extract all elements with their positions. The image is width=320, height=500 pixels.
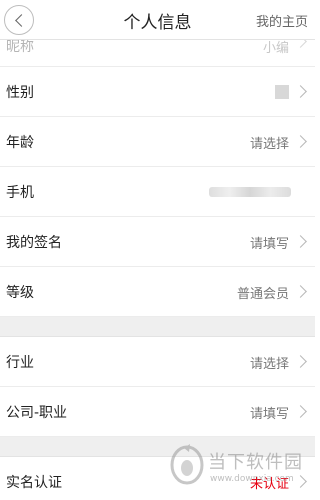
watermark-name: 当下软件园 <box>208 452 303 473</box>
row-level[interactable]: 等级 普通会员 <box>0 267 315 317</box>
row-label: 公司-职业 <box>6 405 68 421</box>
profile-list: 昵称 小编 性别 年龄 请选择 手机 我的签名 请填写 等级 普通会员 行业 请… <box>0 35 315 500</box>
row-value: 请填写 <box>249 407 289 422</box>
watermark-url: www.downxia.com <box>210 474 294 484</box>
header-bar: 个人信息 我的主页 <box>0 0 315 40</box>
row-gender[interactable]: 性别 <box>0 67 315 117</box>
row-age[interactable]: 年龄 请选择 <box>0 117 315 167</box>
row-signature[interactable]: 我的签名 请填写 <box>0 217 315 267</box>
row-label: 实名认证 <box>6 475 62 491</box>
section-separator <box>0 317 315 337</box>
row-value: 请选择 <box>249 357 289 372</box>
row-label: 等级 <box>6 285 34 301</box>
chevron-right-icon <box>294 405 307 418</box>
row-industry[interactable]: 行业 请选择 <box>0 337 315 387</box>
row-label: 手机 <box>6 185 34 201</box>
row-value: 请填写 <box>249 237 289 252</box>
watermark: 当下软件园 www.downxia.com <box>164 444 314 494</box>
chevron-right-icon <box>294 135 307 148</box>
watermark-logo-icon <box>170 444 204 485</box>
row-company[interactable]: 公司-职业 请填写 <box>0 387 315 437</box>
row-value: 普通会员 <box>236 287 289 302</box>
gender-value-blurred <box>275 85 289 99</box>
chevron-right-icon <box>294 85 307 98</box>
chevron-right-icon <box>294 285 307 298</box>
row-value: 请选择 <box>249 137 289 152</box>
row-label: 年龄 <box>6 135 34 151</box>
chevron-right-icon <box>294 235 307 248</box>
my-homepage-link[interactable]: 我的主页 <box>256 11 308 30</box>
chevron-right-icon <box>294 355 307 368</box>
row-label: 行业 <box>6 355 34 371</box>
row-phone[interactable]: 手机 <box>0 167 315 217</box>
row-nickname[interactable]: 昵称 小编 <box>0 35 315 67</box>
row-label: 我的签名 <box>6 235 62 251</box>
row-label: 性别 <box>6 85 34 101</box>
phone-value-blurred <box>209 187 291 197</box>
